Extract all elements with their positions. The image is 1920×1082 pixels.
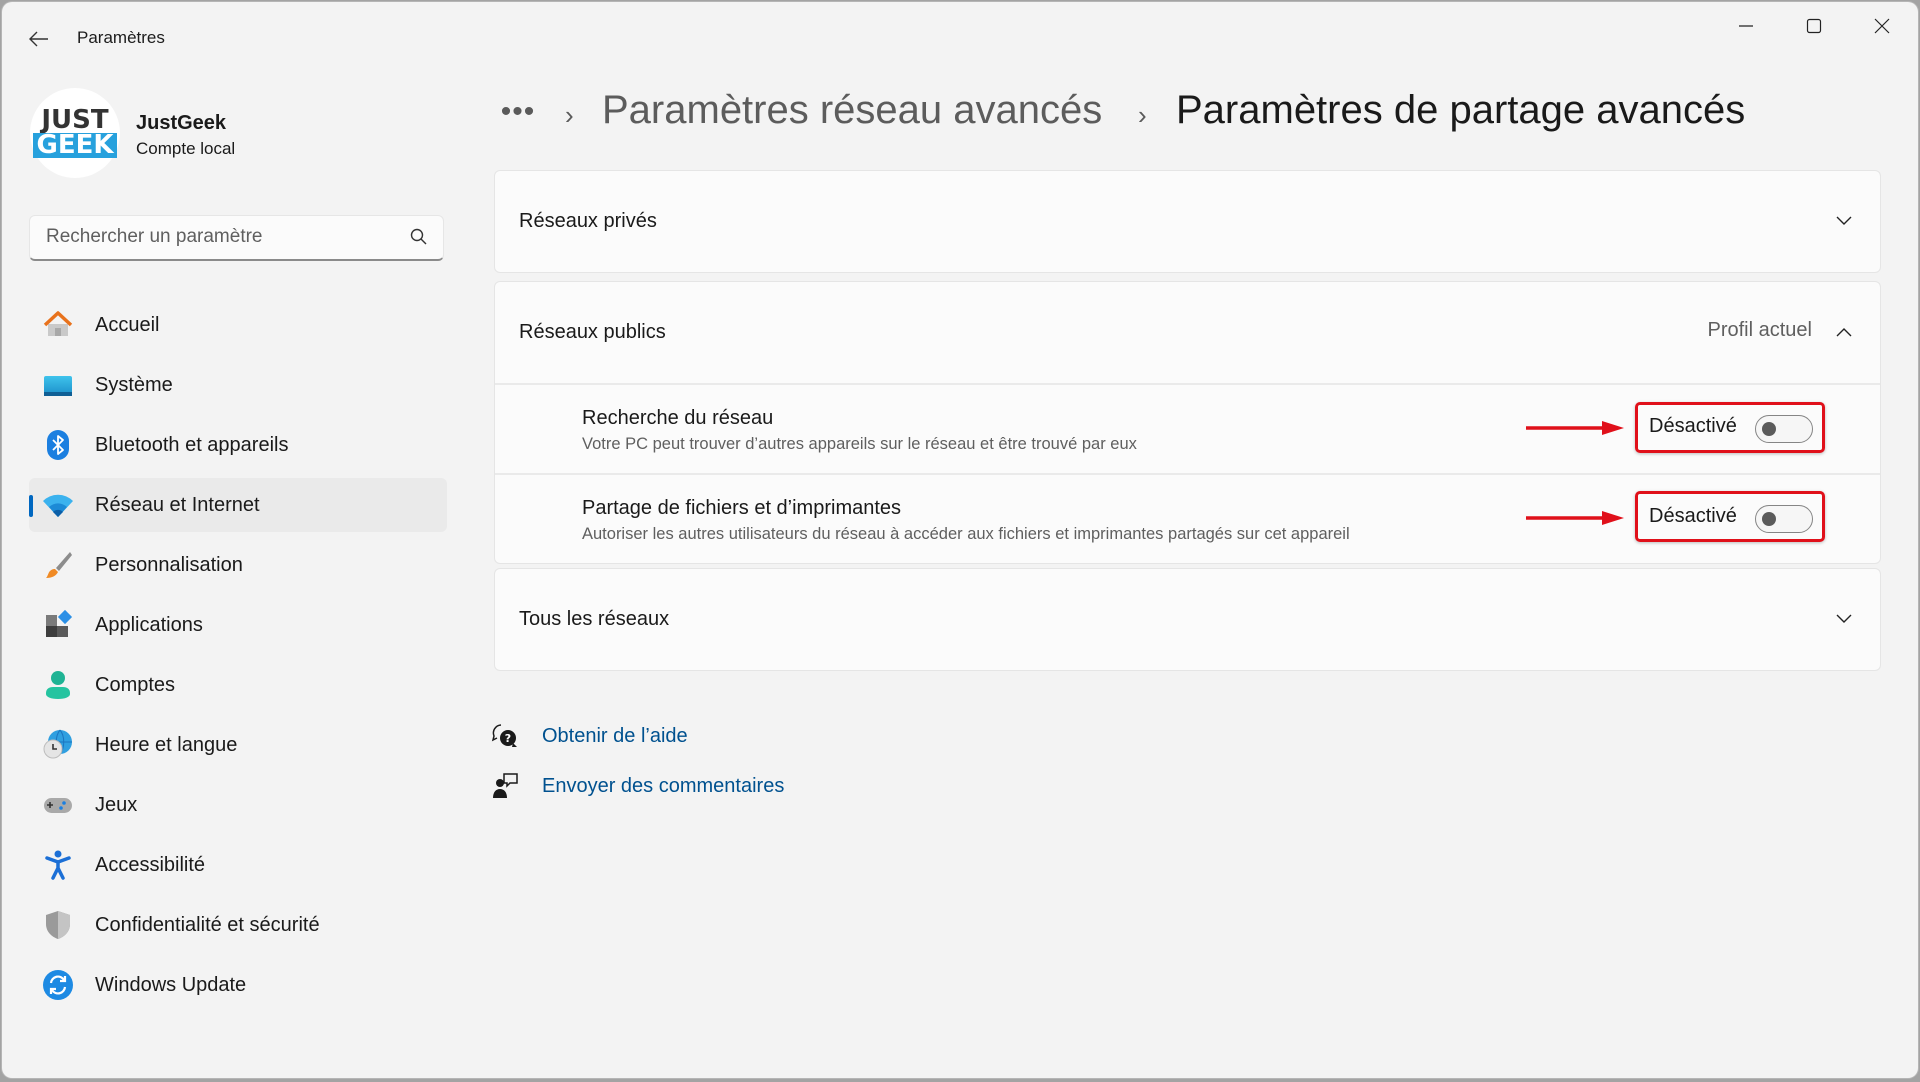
breadcrumb-chevron-icon: › <box>565 100 574 130</box>
sidebar-item-jeux[interactable]: Jeux <box>29 778 447 832</box>
search-icon <box>410 228 427 245</box>
sidebar-item-applications[interactable]: Applications <box>29 598 447 652</box>
setting-description: Autoriser les autres utilisateurs du rés… <box>582 525 1350 543</box>
sidebar-item-accueil[interactable]: Accueil <box>29 298 447 352</box>
sidebar-item-windows-update[interactable]: Windows Update <box>29 958 447 1012</box>
sidebar-item-label: Système <box>95 373 173 396</box>
help-chat-icon: ? <box>490 721 520 751</box>
link-label: Envoyer des commentaires <box>542 774 785 797</box>
sidebar-item-personnalisation[interactable]: Personnalisation <box>29 538 447 592</box>
link-label: Obtenir de l’aide <box>542 724 688 747</box>
sidebar-nav: Accueil Système Bluetooth et appareils R… <box>29 298 447 1018</box>
page-title: Paramètres de partage avancés <box>1176 88 1746 132</box>
system-display-icon <box>41 368 75 402</box>
account-icon <box>41 668 75 702</box>
sidebar-item-label: Réseau et Internet <box>95 493 260 516</box>
annotation-highlight-box <box>1635 491 1825 542</box>
sidebar-item-label: Jeux <box>95 793 138 816</box>
search-box <box>29 215 444 261</box>
sidebar-item-bluetooth[interactable]: Bluetooth et appareils <box>29 418 447 472</box>
wifi-icon <box>41 488 75 522</box>
sidebar-item-label: Comptes <box>95 673 176 696</box>
current-profile-label: Profil actuel <box>1707 319 1813 341</box>
paintbrush-icon <box>41 548 75 582</box>
app-title: Paramètres <box>77 28 165 47</box>
settings-window: Paramètres JUST GEEK JustGeek Compte loc… <box>2 2 1918 1078</box>
sidebar-item-label: Bluetooth et appareils <box>95 433 289 456</box>
send-feedback-link[interactable]: Envoyer des commentaires <box>490 771 784 801</box>
avatar-logo-geek: GEEK <box>33 132 117 158</box>
sidebar-item-label: Accueil <box>95 313 160 336</box>
breadcrumb-parent-link[interactable]: Paramètres réseau avancés <box>602 88 1102 133</box>
bluetooth-icon <box>41 428 75 462</box>
sidebar-item-confidentialite[interactable]: Confidentialité et sécurité <box>29 898 447 952</box>
section-title: Réseaux privés <box>519 210 657 232</box>
all-networks-header[interactable]: Tous les réseaux <box>495 569 1880 670</box>
sidebar-item-label: Confidentialité et sécurité <box>95 913 320 936</box>
minimize-button[interactable] <box>1716 8 1776 44</box>
sidebar-item-systeme[interactable]: Système <box>29 358 447 412</box>
sidebar-item-comptes[interactable]: Comptes <box>29 658 447 712</box>
user-name: JustGeek <box>136 112 227 134</box>
chevron-down-icon <box>1832 209 1856 233</box>
shield-icon <box>41 908 75 942</box>
search-button[interactable] <box>409 227 429 252</box>
sidebar-item-label: Applications <box>95 613 203 636</box>
private-networks-header[interactable]: Réseaux privés <box>495 171 1880 272</box>
section-title: Tous les réseaux <box>519 608 670 630</box>
minimize-icon <box>1739 25 1753 27</box>
sidebar-item-label: Windows Update <box>95 973 247 996</box>
time-language-icon <box>41 728 75 762</box>
breadcrumb-chevron-icon: › <box>1138 100 1147 130</box>
sidebar-item-label: Heure et langue <box>95 733 238 756</box>
setting-description: Votre PC peut trouver d’autres appareils… <box>582 435 1137 453</box>
accessibility-icon <box>41 848 75 882</box>
annotation-highlight-box <box>1635 402 1825 453</box>
apps-icon <box>41 608 75 642</box>
close-icon <box>1874 18 1890 34</box>
maximize-icon <box>1806 18 1822 34</box>
feedback-icon <box>490 771 520 801</box>
gamepad-icon <box>41 788 75 822</box>
chevron-down-icon <box>1832 607 1856 631</box>
chevron-up-icon <box>1832 320 1856 344</box>
section-all-networks: Tous les réseaux <box>494 568 1881 671</box>
public-networks-header[interactable]: Réseaux publics Profil actuel <box>495 282 1880 383</box>
section-private-networks: Réseaux privés <box>494 170 1881 273</box>
search-input[interactable] <box>30 216 406 258</box>
setting-title: Partage de fichiers et d’imprimantes <box>582 497 902 519</box>
sidebar-item-reseau[interactable]: Réseau et Internet <box>29 478 447 532</box>
account-type: Compte local <box>136 139 236 158</box>
arrow-left-icon <box>29 31 48 47</box>
sidebar-item-accessibilite[interactable]: Accessibilité <box>29 838 447 892</box>
svg-text:?: ? <box>505 732 511 745</box>
sidebar-item-label: Accessibilité <box>95 853 206 876</box>
windows-update-icon <box>41 968 75 1002</box>
get-help-link[interactable]: ? Obtenir de l’aide <box>490 721 688 751</box>
home-icon <box>41 308 75 342</box>
sidebar-item-heure[interactable]: Heure et langue <box>29 718 447 772</box>
back-button[interactable] <box>22 22 56 56</box>
avatar[interactable]: JUST GEEK <box>30 88 120 178</box>
section-title: Réseaux publics <box>519 321 666 343</box>
active-indicator <box>29 495 33 517</box>
annotation-arrow-icon <box>1526 421 1624 435</box>
breadcrumb-more-button[interactable]: ••• <box>498 92 538 132</box>
setting-title: Recherche du réseau <box>582 407 774 429</box>
maximize-button[interactable] <box>1784 8 1844 44</box>
close-button[interactable] <box>1852 8 1912 44</box>
annotation-arrow-icon <box>1526 511 1624 525</box>
sidebar-item-label: Personnalisation <box>95 553 243 576</box>
